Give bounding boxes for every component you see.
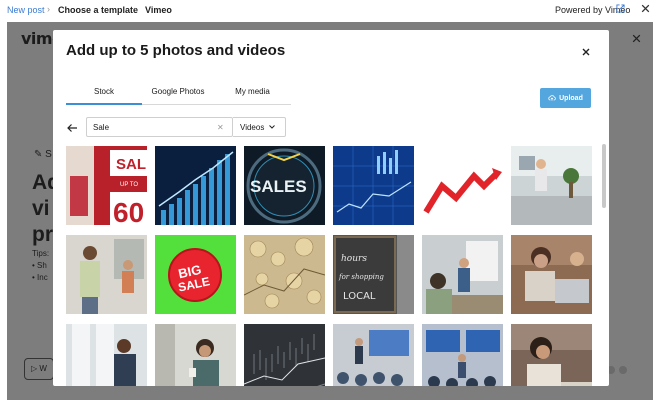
svg-text:LOCAL: LOCAL (343, 291, 376, 302)
upload-button[interactable]: Upload (540, 88, 591, 108)
thumbnail-stock-chart-screen[interactable] (244, 324, 325, 386)
breadcrumb-separator-icon: › (47, 4, 50, 14)
svg-text:60: 60 (113, 197, 144, 225)
scrollbar-thumb[interactable] (602, 144, 606, 208)
svg-text:for shopping: for shopping (338, 273, 384, 281)
thumbnail-big-sale-badge[interactable]: BIG SALE (155, 235, 236, 314)
back-arrow-icon[interactable] (66, 122, 78, 134)
upload-label: Upload (559, 94, 583, 102)
media-picker-modal: Add up to 5 photos and videos Stock Goog… (53, 30, 609, 386)
media-type-select[interactable]: Videos (233, 117, 286, 137)
thumbnail-team-meeting-whiteboard[interactable] (422, 235, 503, 314)
svg-text:UP TO: UP TO (120, 182, 138, 188)
thumbnail-conference-presentation[interactable] (333, 324, 414, 386)
search-input[interactable]: Sale (86, 117, 233, 137)
close-editor-icon[interactable] (640, 3, 651, 14)
thumbnail-woman-laptop-smiling[interactable] (511, 235, 592, 314)
thumbnail-woman-writing[interactable] (511, 324, 592, 386)
svg-text:SALES: SALES (250, 177, 307, 196)
chevron-down-icon (269, 125, 275, 129)
backdrop-close-icon (632, 34, 641, 43)
tab-google-photos[interactable]: Google Photos (142, 87, 214, 105)
thumbnail-man-at-window[interactable] (66, 324, 147, 386)
thumbnail-coins-and-charts[interactable] (244, 235, 325, 314)
breadcrumb-choose-template[interactable]: Choose a template (58, 5, 138, 15)
carousel-dot (619, 366, 627, 374)
top-bar: New post › Choose a template › Vimeo Pow… (0, 0, 660, 20)
source-tabs: Stock Google Photos My media (66, 83, 291, 105)
thumbnail-sale-shop-window[interactable]: SAL UP TO 60 (66, 146, 147, 225)
clear-search-icon[interactable]: ✕ (217, 123, 224, 132)
external-link-icon[interactable] (616, 4, 625, 13)
thumbnail-business-meeting-screen[interactable] (422, 324, 503, 386)
modal-title: Add up to 5 photos and videos (66, 42, 286, 59)
close-icon[interactable] (580, 46, 592, 58)
breadcrumb-new-post[interactable]: New post (7, 5, 45, 15)
thumbnail-chalkboard-shopping[interactable]: hours for shopping LOCAL (333, 235, 414, 314)
breadcrumb-vimeo: Vimeo (145, 5, 172, 15)
magic-wand-icon: ✎ S (34, 149, 52, 160)
upload-cloud-icon (548, 95, 556, 101)
thumbnail-sales-dial[interactable]: SALES (244, 146, 325, 225)
svg-text:SAL: SAL (116, 156, 146, 173)
breadcrumb-separator-icon: › (134, 4, 137, 14)
backdrop-watch-button: ▷ W (24, 358, 54, 380)
tab-stock[interactable]: Stock (66, 87, 142, 105)
thumbnail-blue-chart-grid[interactable] (333, 146, 414, 225)
thumbnail-man-shopping[interactable] (66, 235, 147, 314)
thumbnail-blue-bar-growth[interactable] (155, 146, 236, 225)
thumbnail-red-zigzag-arrow[interactable] (422, 146, 503, 225)
thumbnail-woman-presenting-office[interactable] (511, 146, 592, 225)
svg-text:hours: hours (341, 254, 367, 264)
tab-my-media[interactable]: My media (214, 87, 291, 105)
backdrop-tips: Tips: • Sh • Inc (32, 249, 50, 282)
thumbnail-woman-with-coffee[interactable] (155, 324, 236, 386)
